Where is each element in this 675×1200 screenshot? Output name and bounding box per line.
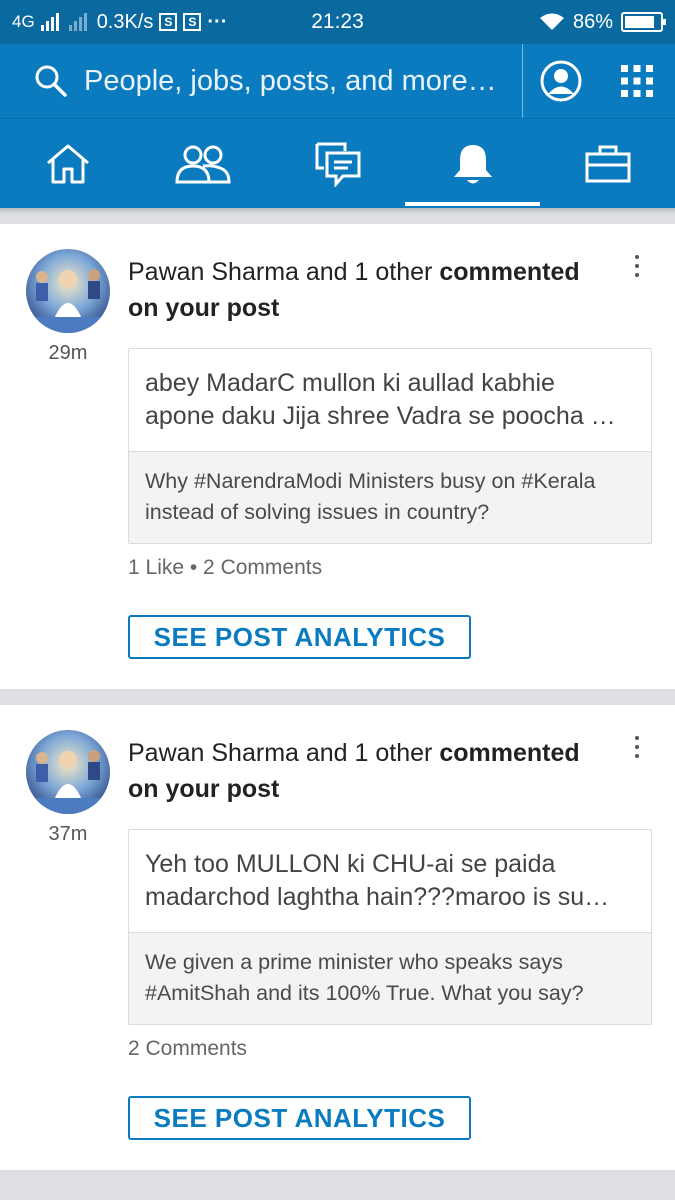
network-type: 4G: [12, 12, 35, 31]
comment-preview: Yeh too MULLON ki CHU-ai se paida madarc…: [129, 830, 651, 932]
more-options-button[interactable]: [622, 246, 652, 286]
post-stats[interactable]: 1 Like • 2 Comments: [128, 556, 322, 580]
notification-action-target: on your post: [128, 775, 280, 803]
comment-preview: abey MadarC mullon ki aullad kabhie apon…: [129, 349, 651, 451]
more-vert-icon: [635, 255, 639, 259]
search-input[interactable]: People, jobs, posts, and more…: [0, 44, 523, 118]
sim-badge-icon: S: [159, 13, 178, 31]
apps-grid-button[interactable]: [599, 44, 675, 118]
post-preview[interactable]: abey MadarC mullon ki aullad kabhie apon…: [128, 348, 652, 544]
network-speed: 0.3K/s: [96, 10, 154, 33]
actor-name: Pawan Sharma and 1 other: [128, 258, 433, 286]
avatar[interactable]: [26, 249, 110, 333]
notification-action-target: on your post: [128, 294, 280, 322]
tab-bar-shadow: [0, 208, 675, 214]
notification-card[interactable]: 37m Pawan Sharma and 1 other commented o…: [0, 705, 675, 1170]
avatar[interactable]: [26, 730, 110, 814]
more-options-button[interactable]: [622, 727, 652, 767]
comment-line: madarchod laghtha hain???maroo is su…: [145, 883, 610, 911]
tab-my-network[interactable]: [135, 119, 270, 208]
notification-action: commented: [439, 258, 580, 286]
notification-card[interactable]: 29m Pawan Sharma and 1 other commented o…: [0, 224, 675, 689]
post-line: Why #NarendraModi Ministers busy on #Ker…: [145, 469, 596, 493]
wifi-icon: [539, 13, 564, 30]
more-notifications-dots: ···: [207, 10, 228, 33]
search-header: People, jobs, posts, and more…: [0, 44, 675, 118]
more-vert-icon: [635, 736, 639, 740]
signal-strength-icon: [40, 13, 59, 31]
messaging-icon: [315, 142, 360, 187]
post-preview[interactable]: Yeh too MULLON ki CHU-ai se paida madarc…: [128, 829, 652, 1025]
profile-icon: [540, 60, 582, 102]
avatar-image: [26, 730, 110, 814]
tab-jobs[interactable]: [540, 119, 675, 208]
notification-headline[interactable]: Pawan Sharma and 1 other commented on yo…: [128, 254, 608, 326]
bottom-nav-tabs: [0, 118, 675, 208]
home-icon: [46, 144, 89, 183]
comment-line: apone daku Jija shree Vadra se poocha …: [145, 402, 616, 430]
comment-line: Yeh too MULLON ki CHU-ai se paida: [145, 850, 556, 878]
comment-line: abey MadarC mullon ki aullad kabhie: [145, 369, 555, 397]
avatar-image: [26, 249, 110, 333]
status-bar: 4G 0.3K/s S S ··· 21:23 86%: [0, 0, 675, 44]
notifications-icon: [453, 144, 492, 183]
notification-headline[interactable]: Pawan Sharma and 1 other commented on yo…: [128, 735, 608, 807]
post-line: instead of solving issues in country?: [145, 500, 490, 524]
actor-name: Pawan Sharma and 1 other: [128, 739, 433, 767]
search-placeholder: People, jobs, posts, and more…: [84, 64, 497, 97]
tab-home[interactable]: [0, 119, 135, 208]
notification-action: commented: [439, 739, 580, 767]
notification-time: 29m: [48, 342, 88, 364]
see-post-analytics-button[interactable]: SEE POST ANALYTICS: [128, 615, 471, 659]
my-network-icon: [174, 145, 231, 183]
search-icon: [35, 65, 67, 97]
see-post-analytics-button[interactable]: SEE POST ANALYTICS: [128, 1096, 471, 1140]
original-post-text: We given a prime minister who speaks say…: [129, 932, 651, 1024]
battery-icon: [621, 12, 666, 32]
post-line: We given a prime minister who speaks say…: [145, 950, 563, 974]
jobs-icon: [585, 145, 630, 182]
signal-strength-secondary-icon: [68, 13, 87, 31]
battery-percent: 86%: [572, 10, 613, 33]
notification-time: 37m: [48, 823, 88, 845]
tab-messaging[interactable]: [270, 119, 405, 208]
original-post-text: Why #NarendraModi Ministers busy on #Ker…: [129, 451, 651, 543]
post-line: #AmitShah and its 100% True. What you sa…: [145, 981, 584, 1005]
tab-notifications[interactable]: [405, 119, 540, 208]
post-stats[interactable]: 2 Comments: [128, 1037, 247, 1061]
sim-badge-icon: S: [183, 13, 202, 31]
apps-grid-icon: [621, 65, 653, 97]
profile-button[interactable]: [523, 44, 599, 118]
